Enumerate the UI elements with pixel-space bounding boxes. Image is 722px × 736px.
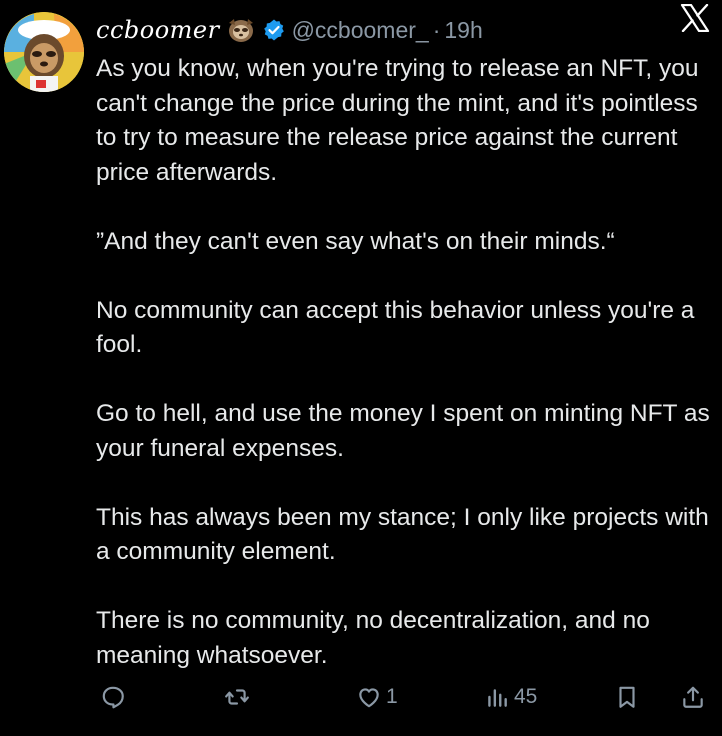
sloth-emoji-icon bbox=[226, 17, 256, 43]
avatar-image bbox=[4, 12, 84, 92]
tweet-paragraph: ”And they can't even say what's on their… bbox=[96, 227, 615, 255]
bookmark-icon bbox=[619, 686, 635, 708]
tweet-paragraph: There is no community, no decentralizati… bbox=[96, 607, 650, 669]
tweet-paragraph: As you know, when you're trying to relea… bbox=[96, 55, 699, 186]
share-icon bbox=[683, 686, 703, 708]
like-count: 1 bbox=[386, 685, 398, 708]
handle[interactable]: @ccboomer_ bbox=[292, 17, 429, 44]
tweet-paragraph: This has always been my stance; I only l… bbox=[96, 503, 709, 566]
avatar[interactable] bbox=[4, 12, 84, 92]
separator: · bbox=[432, 16, 441, 43]
reply-icon bbox=[102, 686, 124, 709]
display-name[interactable]: ccboomer bbox=[96, 16, 220, 44]
tweet-paragraph: Go to hell, and use the money I spent on… bbox=[96, 400, 710, 462]
views-count: 45 bbox=[514, 685, 538, 708]
tweet-paragraph: No community can accept this behavior un… bbox=[96, 296, 695, 359]
views-icon bbox=[488, 689, 507, 707]
heart-icon bbox=[359, 688, 379, 708]
action-bar: 1 45 bbox=[96, 680, 714, 714]
repost-icon bbox=[225, 689, 249, 705]
like-button[interactable]: 1 bbox=[356, 680, 398, 714]
x-logo-icon bbox=[680, 3, 710, 33]
tweet-header: ccboomer @ccboomer_ · 19h bbox=[96, 12, 712, 48]
bookmark-button[interactable] bbox=[614, 680, 640, 714]
timestamp[interactable]: 19h bbox=[444, 17, 482, 44]
repost-button[interactable] bbox=[224, 680, 254, 714]
views-button[interactable]: 45 bbox=[484, 680, 537, 714]
reply-button[interactable] bbox=[100, 680, 130, 714]
verified-badge-icon bbox=[262, 18, 286, 42]
tweet-text: As you know, when you're trying to relea… bbox=[96, 52, 716, 673]
share-button[interactable] bbox=[680, 680, 706, 714]
